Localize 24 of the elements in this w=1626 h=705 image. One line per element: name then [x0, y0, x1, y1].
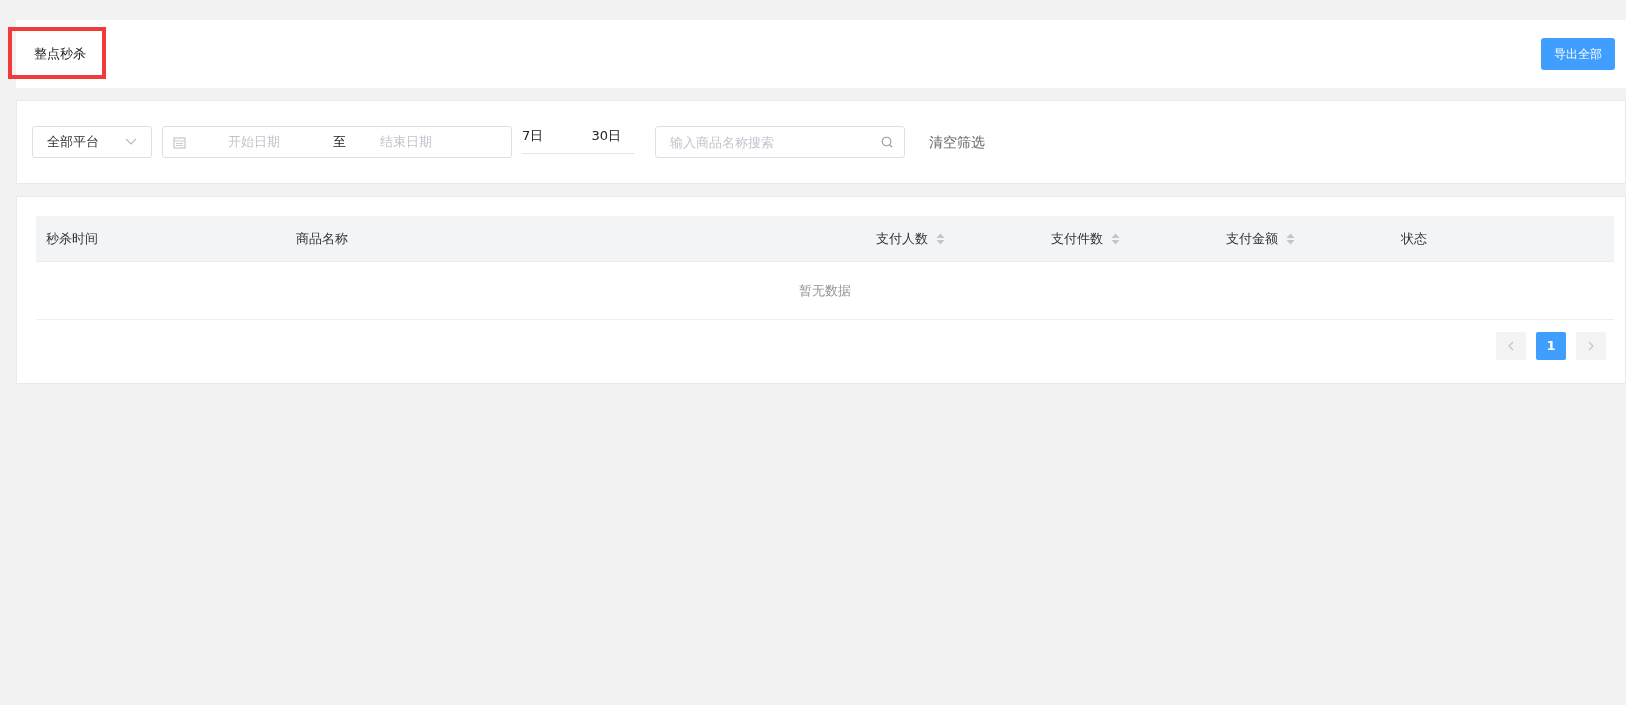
platform-select[interactable]: 全部平台 — [32, 126, 152, 158]
chevron-down-icon — [125, 138, 137, 146]
prev-page-button[interactable] — [1496, 332, 1526, 360]
chevron-left-icon — [1508, 341, 1514, 351]
sort-icon[interactable] — [936, 232, 945, 245]
search-icon — [881, 136, 893, 148]
date-range-field[interactable]: 开始日期 至 结束日期 — [162, 126, 512, 158]
quick-range-tab[interactable]: 30日 — [591, 126, 621, 146]
calendar-icon — [173, 135, 186, 149]
quick-range-tab[interactable]: 7日 — [522, 126, 544, 146]
sort-icon[interactable] — [1286, 232, 1295, 245]
column-header: 支付人数 — [876, 229, 928, 248]
column-header: 支付件数 — [1051, 229, 1103, 248]
chevron-right-icon — [1588, 341, 1594, 351]
next-page-button[interactable] — [1576, 332, 1606, 360]
column-header: 支付金额 — [1226, 229, 1278, 248]
page-title: 整点秒杀 — [34, 45, 86, 64]
clear-filters-link[interactable]: 清空筛选 — [929, 131, 985, 153]
search-field[interactable]: 输入商品名称搜索 — [655, 126, 905, 158]
empty-text: 暂无数据 — [799, 281, 851, 300]
column-header: 秒杀时间 — [46, 229, 98, 248]
column-header: 状态 — [1401, 229, 1427, 248]
column-header: 商品名称 — [296, 229, 348, 248]
sort-icon[interactable] — [1111, 232, 1120, 245]
